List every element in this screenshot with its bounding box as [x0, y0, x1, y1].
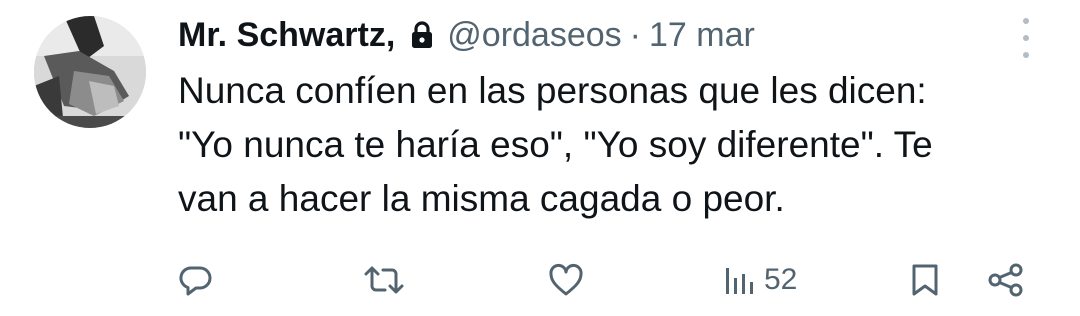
- share-button[interactable]: [986, 252, 1026, 308]
- tweet-text-line: van a hacer la misma cagada o peor.: [178, 178, 785, 219]
- separator-dot: ·: [629, 15, 641, 54]
- tweet-text: Nunca confíen en las personas que les di…: [178, 64, 1058, 226]
- share-icon: [988, 263, 1023, 297]
- avatar-image: [34, 16, 146, 128]
- heart-icon: [549, 263, 583, 296]
- reply-icon: [179, 266, 212, 296]
- views-bar-chart-icon: [726, 268, 753, 294]
- action-bar: 52: [0, 252, 1080, 308]
- retweet-icon: [364, 266, 404, 294]
- views-button[interactable]: 52: [722, 252, 797, 308]
- author-handle[interactable]: @ordaseos: [447, 16, 621, 55]
- tweet-header: Mr. Schwartz, @ordaseos · 17 mar: [178, 10, 755, 60]
- tweet-text-line: Nunca confíen en las personas que les di…: [178, 70, 927, 111]
- like-button[interactable]: [548, 252, 584, 308]
- bookmark-icon: [912, 264, 938, 296]
- retweet-button[interactable]: [362, 252, 406, 308]
- tweet-date[interactable]: 17 mar: [649, 16, 755, 55]
- lock-icon: [411, 21, 433, 49]
- tweet-text-line: "Yo nunca te haría eso", "Yo soy diferen…: [178, 124, 933, 165]
- avatar[interactable]: [34, 16, 146, 128]
- more-vertical-icon[interactable]: [1016, 18, 1036, 58]
- views-count: 52: [764, 263, 798, 296]
- bookmark-button[interactable]: [910, 252, 940, 308]
- reply-button[interactable]: [178, 252, 214, 308]
- tweet: Mr. Schwartz, @ordaseos · 17 mar Nunca c…: [0, 0, 1080, 316]
- author-name[interactable]: Mr. Schwartz,: [178, 16, 395, 55]
